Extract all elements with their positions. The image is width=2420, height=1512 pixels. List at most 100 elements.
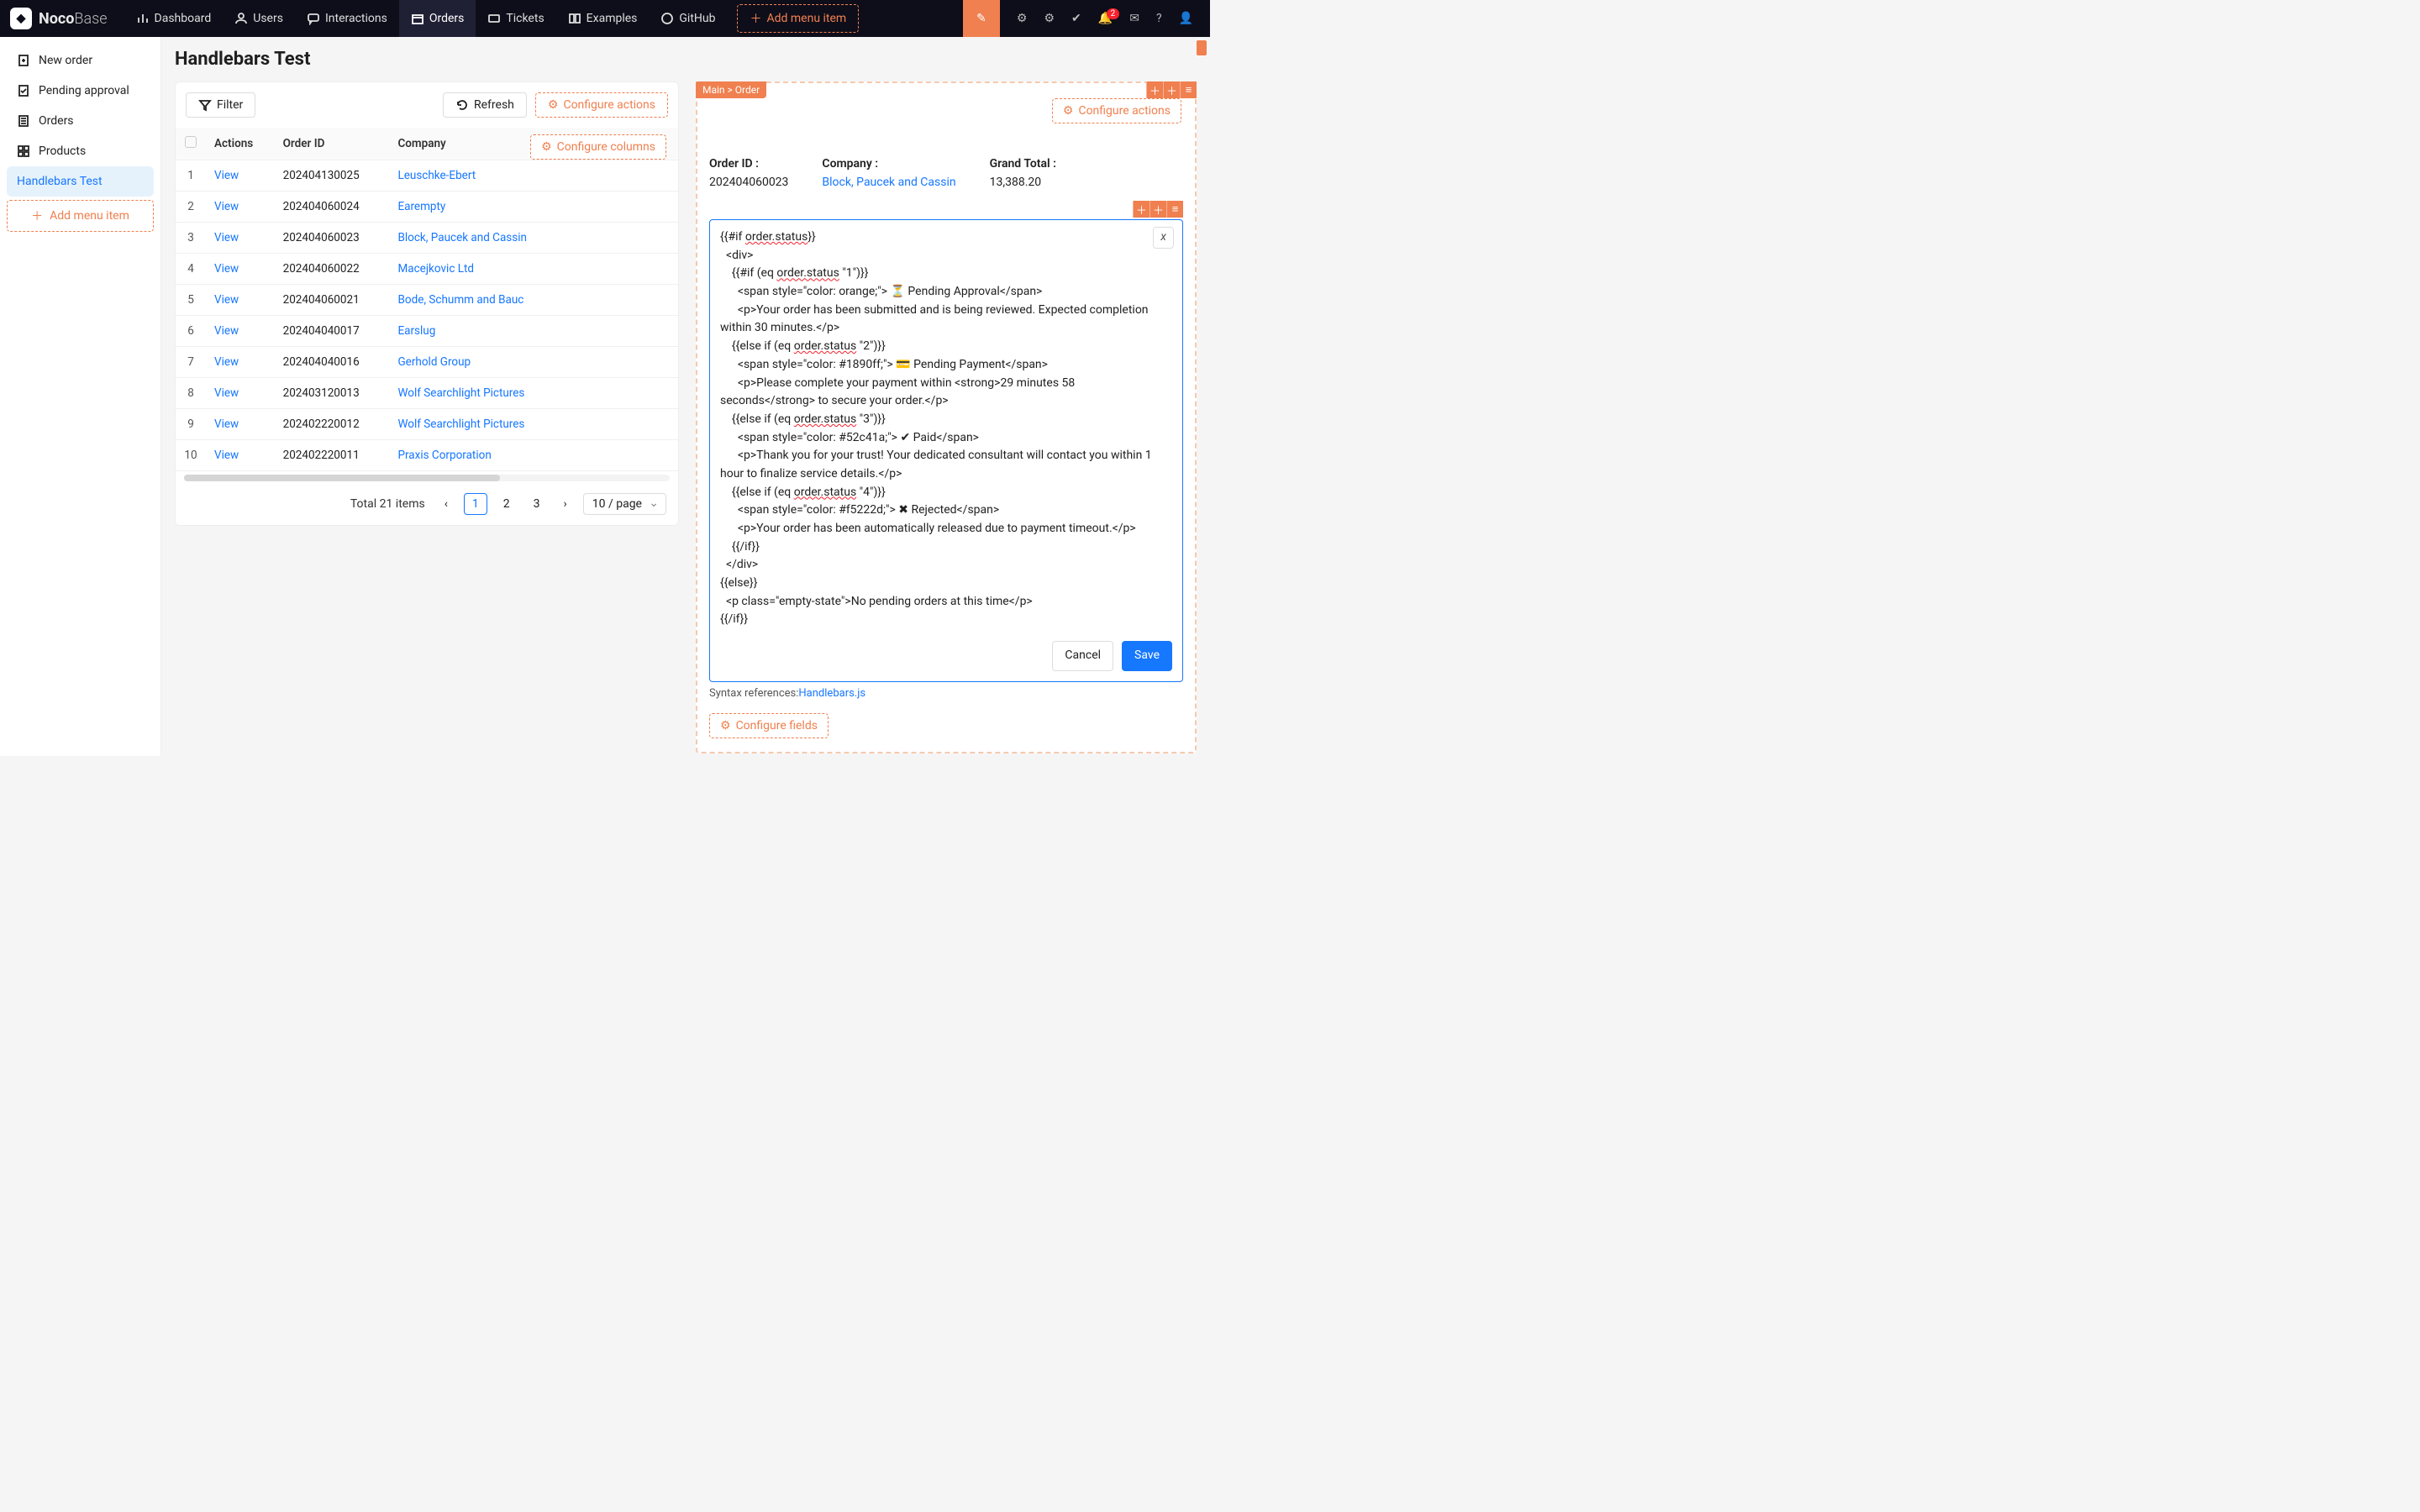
bell-icon[interactable]: 🔔2 (1098, 12, 1113, 25)
nav-tickets[interactable]: Tickets (476, 0, 555, 37)
pager-size-select[interactable]: 10 / page (583, 493, 666, 515)
view-link[interactable]: View (214, 417, 239, 431)
row-number: 4 (176, 254, 206, 285)
conf-actions-label: Configure actions (563, 98, 655, 112)
view-link[interactable]: View (214, 200, 239, 213)
filter-button[interactable]: Filter (186, 92, 255, 118)
add-block-icon-2[interactable]: ＋ (1163, 81, 1180, 98)
nav-label: GitHub (679, 12, 715, 25)
pager-page-2[interactable]: 2 (496, 494, 518, 514)
ticket-icon (487, 12, 501, 25)
github-icon (660, 12, 674, 25)
add-block-icon[interactable]: ＋ (1146, 81, 1163, 98)
pager-page-3[interactable]: 3 (526, 494, 548, 514)
pager-prev[interactable]: ‹ (437, 494, 455, 514)
page-title: Handlebars Test (175, 49, 1197, 70)
view-link[interactable]: View (214, 355, 239, 369)
cell-company[interactable]: Block, Paucek and Cassin (397, 231, 527, 244)
refs-prefix: Syntax references: (709, 687, 798, 700)
pager-next[interactable]: › (556, 494, 575, 514)
cell-company[interactable]: Wolf Searchlight Pictures (397, 417, 524, 431)
template-editor[interactable]: x {{#if order.status}} <div> {{#if (eq o… (709, 219, 1183, 682)
save-label: Save (1134, 647, 1160, 665)
template-editor-content[interactable]: {{#if order.status}} <div> {{#if (eq ord… (720, 228, 1172, 629)
nav-label: Examples (587, 12, 638, 25)
nav-label: Tickets (506, 12, 544, 25)
logo[interactable]: ◆ NocoBase (10, 8, 108, 29)
configure-actions-button[interactable]: ⚙ Configure actions (535, 92, 668, 118)
sidebar-add-label: Add menu item (50, 209, 129, 223)
columns-icon (568, 12, 581, 25)
mail-icon[interactable]: ✉ (1129, 12, 1139, 25)
cell-order-id: 202403120013 (275, 378, 390, 409)
save-button[interactable]: Save (1122, 641, 1172, 671)
chart-icon (136, 12, 150, 25)
nav-github[interactable]: GitHub (649, 0, 727, 37)
view-link[interactable]: View (214, 231, 239, 244)
company-value[interactable]: Block, Paucek and Cassin (822, 176, 955, 189)
block-menu-icon[interactable]: ≡ (1166, 201, 1183, 218)
table-row: 3View202404060023Block, Paucek and Cassi… (176, 223, 678, 254)
sidebar-item-pending-approval[interactable]: Pending approval (7, 76, 154, 106)
view-link[interactable]: View (214, 449, 239, 462)
nav-orders[interactable]: Orders (399, 0, 476, 37)
configure-columns-button[interactable]: ⚙ Configure columns (530, 134, 666, 160)
check-circle-icon[interactable]: ✔ (1071, 12, 1081, 25)
view-link[interactable]: View (214, 293, 239, 307)
cell-company[interactable]: Praxis Corporation (397, 449, 491, 462)
view-link[interactable]: View (214, 169, 239, 182)
variable-picker-icon[interactable]: x (1153, 227, 1174, 249)
sidebar-add-menu[interactable]: ＋ Add menu item (7, 200, 154, 232)
orders-table: Actions Order ID Company 1View2024041300… (176, 128, 678, 471)
topnav-add-menu[interactable]: ＋ Add menu item (737, 4, 859, 33)
table-row: 4View202404060022Macejkovic Ltd (176, 254, 678, 285)
cell-company[interactable]: Earempty (397, 200, 445, 213)
handlebars-link[interactable]: Handlebars.js (798, 687, 865, 700)
view-link[interactable]: View (214, 324, 239, 338)
plugin-icon[interactable]: ⚙ (1017, 12, 1028, 25)
logo-text: NocoBase (39, 10, 108, 28)
drag-handle-icon[interactable] (1197, 40, 1207, 55)
pager-page-1[interactable]: 1 (464, 493, 487, 515)
add-block-icon-2[interactable]: ＋ (1150, 201, 1166, 218)
cell-company[interactable]: Leuschke-Ebert (397, 169, 476, 182)
sidebar-item-products[interactable]: Products (7, 136, 154, 166)
cell-company[interactable]: Macejkovic Ltd (397, 262, 474, 276)
view-link[interactable]: View (214, 262, 239, 276)
table-row: 9View202402220012Wolf Searchlight Pictur… (176, 409, 678, 440)
cell-company[interactable]: Gerhold Group (397, 355, 471, 369)
cell-company[interactable]: Earslug (397, 324, 435, 338)
configure-actions-right[interactable]: ⚙ Configure actions (1052, 98, 1181, 123)
cell-company[interactable]: Wolf Searchlight Pictures (397, 386, 524, 400)
main: Handlebars Test Filter Refresh ⚙ Configu… (161, 37, 1210, 756)
nav-users[interactable]: Users (223, 0, 295, 37)
gear-icon: ⚙ (1063, 104, 1074, 118)
user-icon[interactable]: 👤 (1179, 12, 1193, 25)
nav-interactions[interactable]: Interactions (295, 0, 399, 37)
sidebar-item-handlebars-test[interactable]: Handlebars Test (7, 166, 154, 197)
nav-dashboard[interactable]: Dashboard (124, 0, 224, 37)
block-menu-icon[interactable]: ≡ (1180, 81, 1197, 98)
table-row: 8View202403120013Wolf Searchlight Pictur… (176, 378, 678, 409)
topnav: Dashboard Users Interactions Orders Tick… (124, 0, 860, 37)
highlighter-icon[interactable]: ✎ (963, 0, 1000, 37)
help-icon[interactable]: ? (1156, 12, 1162, 25)
table-toolbar: Filter Refresh ⚙ Configure actions (176, 82, 678, 128)
sidebar-item-new-order[interactable]: New order (7, 45, 154, 76)
order-id-label: Order ID (709, 157, 788, 171)
settings-icon[interactable]: ⚙ (1044, 12, 1055, 25)
cell-company[interactable]: Bode, Schumm and Bauc (397, 293, 523, 307)
chat-icon (307, 12, 320, 25)
cancel-button[interactable]: Cancel (1052, 641, 1113, 671)
view-link[interactable]: View (214, 386, 239, 400)
nav-examples[interactable]: Examples (556, 0, 650, 37)
configure-fields-button[interactable]: ⚙ Configure fields (709, 713, 829, 738)
syntax-references: Syntax references:Handlebars.js (709, 687, 1183, 700)
add-block-icon[interactable]: ＋ (1133, 201, 1150, 218)
horizontal-scrollbar[interactable] (184, 475, 670, 481)
grid-icon (17, 144, 30, 158)
refresh-button[interactable]: Refresh (443, 92, 527, 118)
select-all-header[interactable] (176, 128, 206, 160)
sidebar-item-orders[interactable]: Orders (7, 106, 154, 136)
table-wrap: ⚙ Configure columns Actions Order ID Com… (176, 128, 678, 471)
